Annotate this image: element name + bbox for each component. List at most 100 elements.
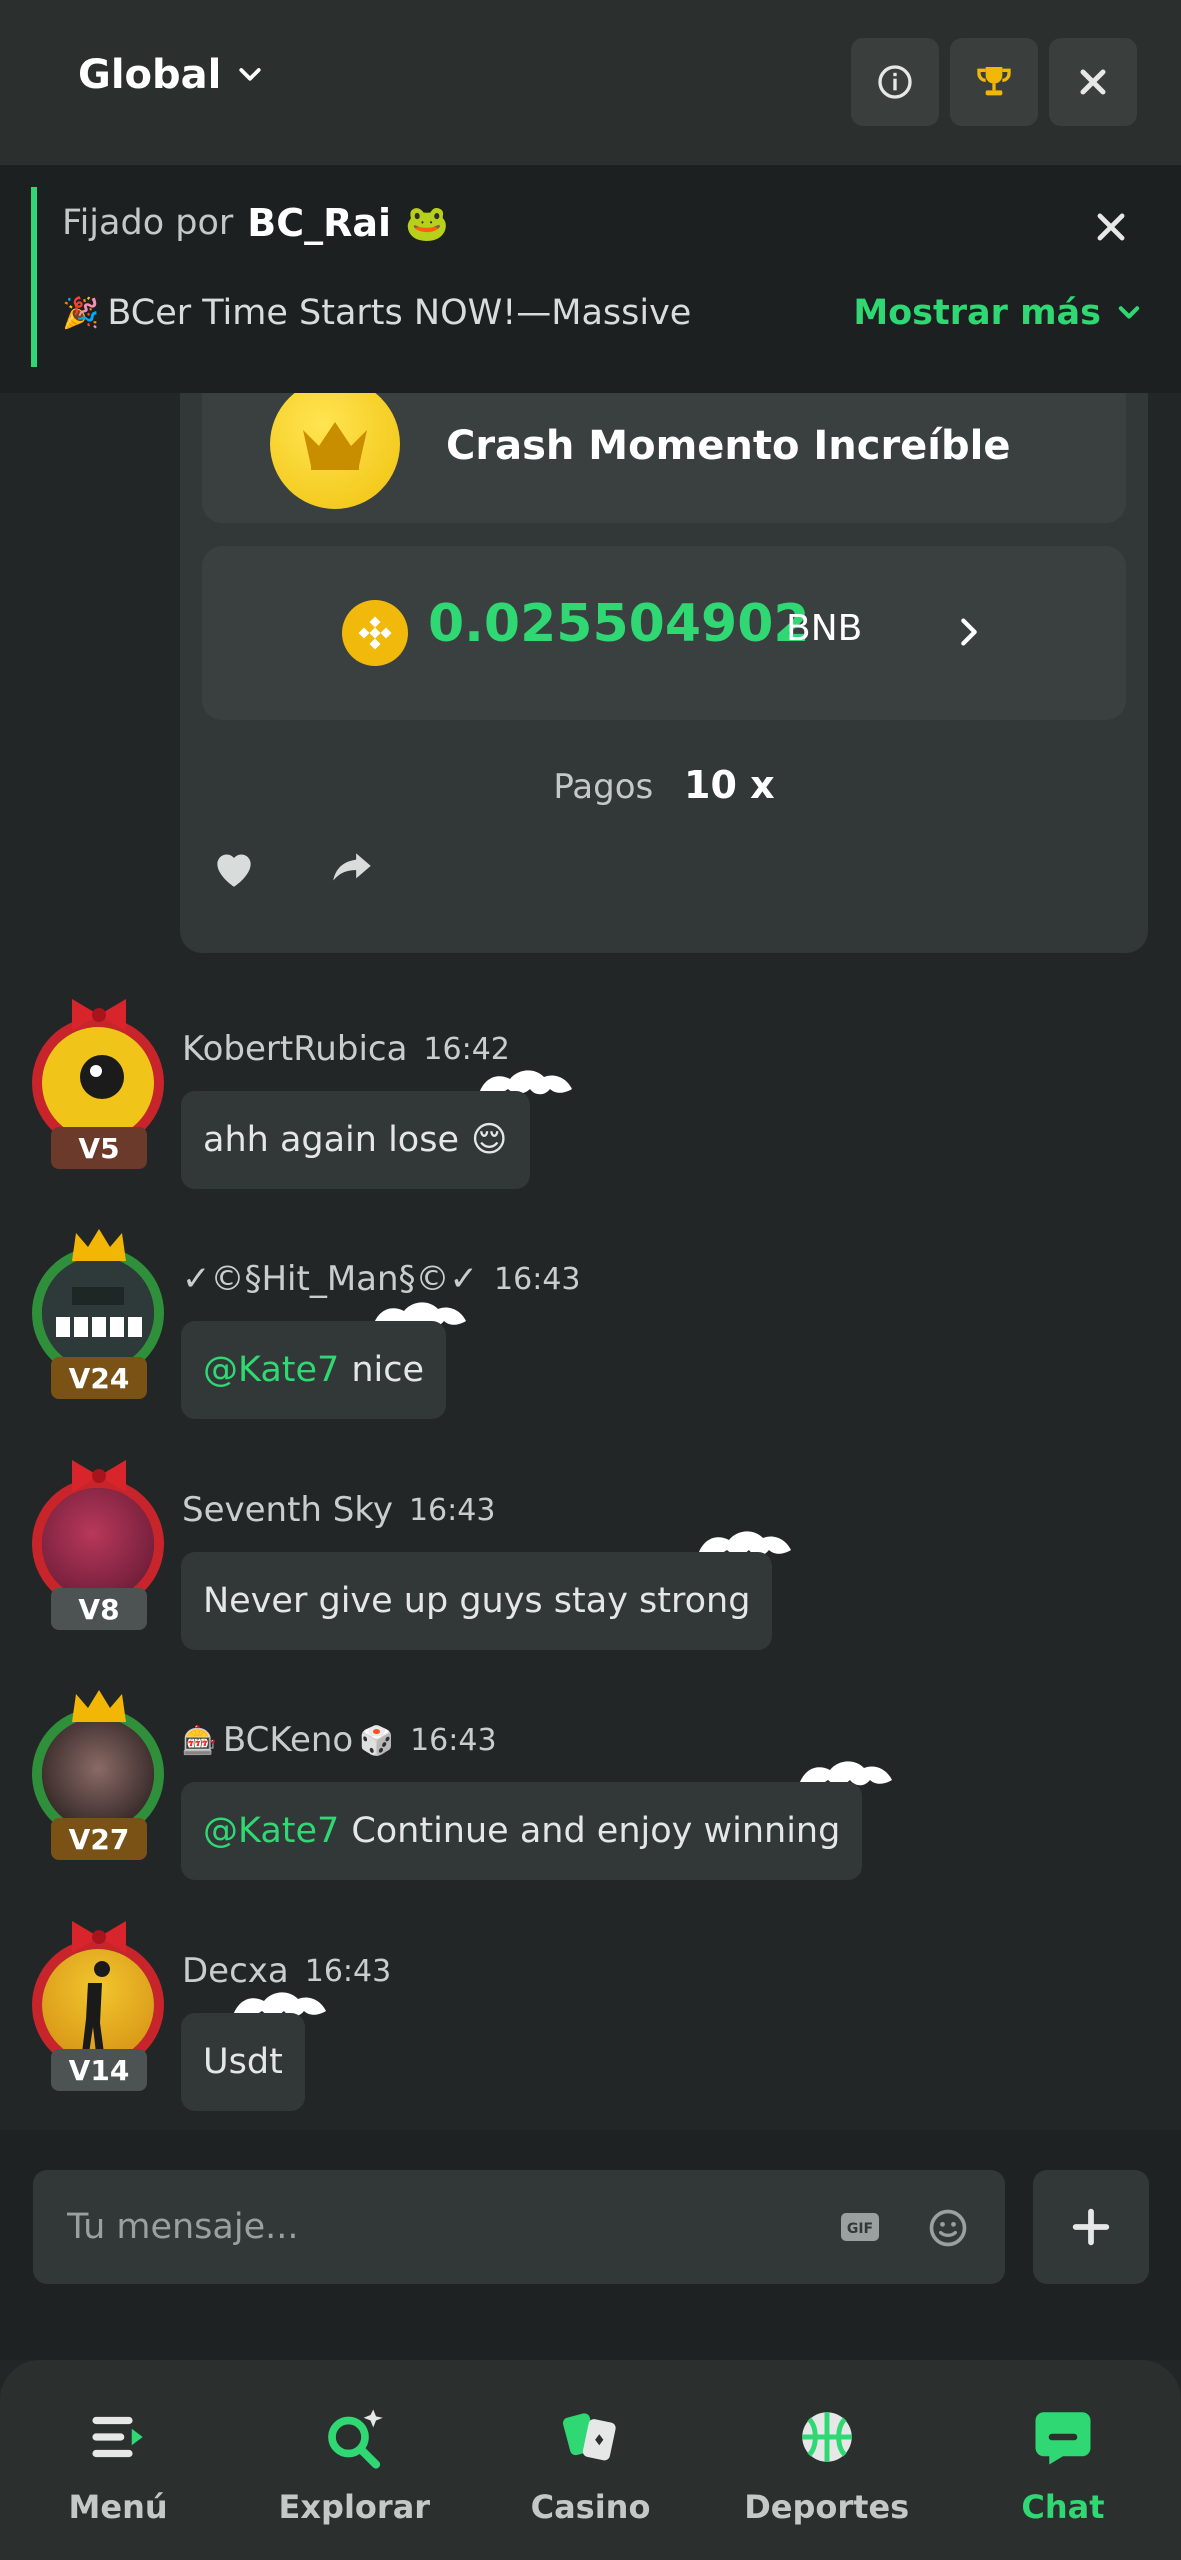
vip-level-badge: V14 bbox=[51, 2049, 147, 2091]
room-name: Global bbox=[78, 52, 222, 98]
user-avatar[interactable]: V5 bbox=[26, 999, 172, 1169]
vip-level-badge: V5 bbox=[51, 1127, 147, 1169]
nav-casino-label: Casino bbox=[530, 2488, 651, 2526]
message-time: 16:43 bbox=[410, 1722, 497, 1758]
chevron-down-icon bbox=[239, 68, 261, 81]
chat-message: V14 Decxa 16:43 Usdt bbox=[0, 1915, 1181, 2130]
leaderboard-button[interactable] bbox=[950, 38, 1038, 126]
message-text: nice bbox=[351, 1350, 424, 1390]
user-avatar[interactable]: V27 bbox=[26, 1690, 172, 1860]
pinned-accent-bar bbox=[31, 187, 37, 367]
message-time: 16:43 bbox=[408, 1492, 496, 1528]
nav-sports-label: Deportes bbox=[744, 2488, 910, 2526]
nav-menu[interactable]: Menú bbox=[0, 2360, 236, 2560]
message-text: ahh again lose bbox=[203, 1120, 459, 1160]
chevron-right-icon bbox=[939, 602, 999, 662]
pinned-close-button[interactable] bbox=[1081, 197, 1141, 257]
bow-icon bbox=[72, 1921, 126, 1953]
mention-link[interactable]: @Kate7 bbox=[203, 1350, 339, 1390]
username[interactable]: Seventh Sky bbox=[182, 1490, 393, 1530]
slot-machine-emoji: 🎰 bbox=[182, 1723, 217, 1757]
like-button[interactable] bbox=[202, 836, 266, 900]
message-text: Usdt bbox=[203, 2042, 283, 2082]
party-emoji: 🎉 bbox=[62, 295, 100, 331]
nav-sports[interactable]: Deportes bbox=[709, 2360, 945, 2560]
nav-menu-label: Menú bbox=[68, 2488, 168, 2526]
message-meta: Seventh Sky 16:43 bbox=[182, 1490, 495, 1530]
nav-casino[interactable]: Casino bbox=[472, 2360, 708, 2560]
share-button[interactable] bbox=[320, 836, 384, 900]
gif-icon[interactable]: GIF bbox=[838, 2207, 882, 2247]
share-icon bbox=[333, 853, 371, 881]
avatar-image bbox=[42, 1718, 154, 1830]
menu-icon bbox=[92, 2416, 143, 2458]
nav-chat-label: Chat bbox=[1021, 2488, 1105, 2526]
emoji-icon[interactable] bbox=[926, 2206, 970, 2250]
show-more-label: Mostrar más bbox=[853, 293, 1101, 333]
vip-level-badge: V27 bbox=[51, 1818, 147, 1860]
bottom-navigation: Menú Explorar Casino Deportes Chat bbox=[0, 2360, 1181, 2560]
chat-icon bbox=[1035, 2412, 1091, 2465]
message-meta: 🎰 BCKeno 🎲 16:43 bbox=[182, 1720, 497, 1760]
message-text: Never give up guys stay strong bbox=[203, 1581, 751, 1621]
bnb-coin-icon bbox=[342, 600, 408, 666]
room-selector[interactable]: Global bbox=[78, 52, 265, 98]
avatar-image bbox=[42, 1027, 154, 1139]
cards-icon bbox=[562, 2413, 616, 2461]
bow-icon bbox=[72, 1460, 126, 1492]
crash-card-title: Crash Momento Increíble bbox=[446, 423, 1011, 469]
crash-payout: Pagos 10 x bbox=[180, 763, 1148, 807]
message-bubble: Usdt bbox=[181, 2013, 305, 2111]
message-bubble: Never give up guys stay strong bbox=[181, 1552, 773, 1650]
avatar-image bbox=[42, 1257, 154, 1369]
crash-currency: BNB bbox=[786, 608, 863, 649]
message-bubble: @Kate7 nice bbox=[181, 1321, 446, 1419]
message-time: 16:43 bbox=[494, 1261, 581, 1297]
message-list[interactable]: Crash Momento Increíble 0.025504902 BNB … bbox=[0, 393, 1181, 2130]
chevron-down-icon bbox=[1118, 306, 1140, 319]
search-sparkle-icon bbox=[328, 2409, 384, 2469]
basketball-icon bbox=[801, 2412, 852, 2462]
payout-label: Pagos bbox=[553, 767, 654, 807]
user-avatar[interactable]: V8 bbox=[26, 1460, 172, 1630]
svg-text:GIF: GIF bbox=[847, 2221, 873, 2237]
user-avatar[interactable]: V24 bbox=[26, 1229, 172, 1399]
avatar-image bbox=[42, 1488, 154, 1600]
message-bubble: @Kate7 Continue and enjoy winning bbox=[181, 1782, 863, 1880]
attach-button[interactable] bbox=[1033, 2170, 1149, 2284]
frog-emoji: 🐸 bbox=[405, 203, 449, 244]
crash-amount-box[interactable]: 0.025504902 BNB bbox=[202, 546, 1126, 720]
chat-message: V8 Seventh Sky 16:43 Never give up guys … bbox=[0, 1454, 1181, 1674]
info-button[interactable] bbox=[851, 38, 939, 126]
mention-link[interactable]: @Kate7 bbox=[203, 1811, 339, 1851]
show-more-button[interactable]: Mostrar más bbox=[853, 293, 1143, 333]
plus-icon bbox=[1072, 2208, 1110, 2246]
nav-chat[interactable]: Chat bbox=[945, 2360, 1181, 2560]
user-avatar[interactable]: V14 bbox=[26, 1921, 172, 2091]
pinned-message: Fijado por BC_Rai 🐸 🎉 BCer Time Starts N… bbox=[0, 165, 1181, 393]
username[interactable]: KobertRubica bbox=[182, 1029, 407, 1069]
message-meta: KobertRubica 16:42 bbox=[182, 1029, 510, 1069]
vip-level-badge: V24 bbox=[51, 1357, 147, 1399]
pinned-prefix: Fijado por bbox=[62, 203, 234, 243]
crown-decoration-icon bbox=[72, 1229, 126, 1261]
chat-message: V27 🎰 BCKeno 🎲 16:43 @Kate7 Continue and… bbox=[0, 1684, 1181, 1904]
crash-share-card: Crash Momento Increíble 0.025504902 BNB … bbox=[180, 393, 1148, 953]
username[interactable]: 🎰 BCKeno 🎲 bbox=[182, 1720, 394, 1760]
pinned-text: 🎉 BCer Time Starts NOW!—Massive bbox=[62, 293, 691, 333]
avatar-image bbox=[42, 1949, 154, 2061]
close-icon bbox=[1080, 69, 1106, 95]
pinned-author: BC_Rai bbox=[247, 201, 392, 245]
pinned-by: Fijado por BC_Rai 🐸 bbox=[62, 201, 449, 245]
crash-card-header: Crash Momento Increíble bbox=[202, 393, 1126, 523]
payout-value: 10 x bbox=[684, 763, 775, 807]
relieved-emoji: 😌 bbox=[471, 1120, 508, 1160]
crown-decoration-icon bbox=[72, 1690, 126, 1722]
nav-explore-label: Explorar bbox=[278, 2488, 431, 2526]
crash-amount: 0.025504902 bbox=[428, 594, 810, 654]
close-icon bbox=[1097, 213, 1125, 241]
message-text: Continue and enjoy winning bbox=[351, 1811, 841, 1851]
nav-explore[interactable]: Explorar bbox=[236, 2360, 472, 2560]
close-chat-button[interactable] bbox=[1049, 38, 1137, 126]
chat-header: Global bbox=[0, 0, 1181, 165]
